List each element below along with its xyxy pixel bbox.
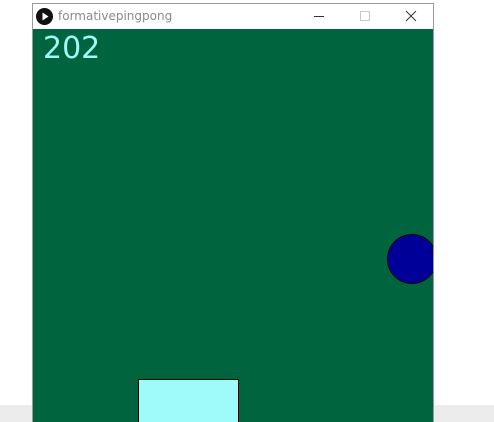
- maximize-button[interactable]: [342, 4, 388, 29]
- maximize-icon: [360, 11, 370, 21]
- close-button[interactable]: [388, 4, 433, 29]
- title-bar[interactable]: formativepingpong: [33, 4, 433, 29]
- game-canvas[interactable]: 202: [33, 29, 433, 422]
- ball: [387, 234, 433, 284]
- close-icon: [405, 10, 417, 22]
- score-display: 202: [43, 31, 101, 66]
- minimize-button[interactable]: [296, 4, 342, 29]
- paddle[interactable]: [138, 379, 239, 422]
- app-window: formativepingpong 202: [32, 3, 434, 422]
- minimize-icon: [314, 16, 324, 17]
- processing-play-icon: [36, 8, 53, 25]
- window-title: formativepingpong: [58, 9, 173, 23]
